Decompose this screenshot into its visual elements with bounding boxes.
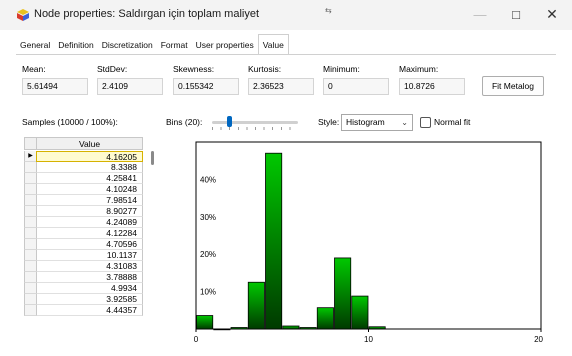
row-header[interactable] [24,184,36,195]
histogram-bar [230,327,248,330]
row-header[interactable] [24,261,36,272]
histogram-svg: 10% 20% 30% 40% 0 10 20 [194,141,544,344]
grid-scrollbar[interactable] [151,151,154,165]
stddev-label: StdDev: [97,64,128,74]
row-header[interactable] [24,250,36,261]
row-header[interactable] [24,272,36,283]
grid-cell-value[interactable]: 4.44357 [36,305,143,316]
grid-corner [24,137,36,150]
normal-fit-label: Normal fit [434,117,471,127]
window-title: Node properties: Saldırgan için toplam m… [34,8,260,20]
histogram-bar [282,325,300,330]
grid-cell-value[interactable]: 7.98514 [36,195,143,206]
fit-metalog-button[interactable]: Fit Metalog [482,76,544,96]
grid-cell-value[interactable]: 3.78888 [36,272,143,283]
y-tick-label: 10% [200,288,216,297]
y-tick-label: 30% [200,213,216,222]
mean-value: 5.61494 [22,78,88,95]
row-header[interactable] [24,173,36,184]
grid-cell-value[interactable]: 4.25841 [36,173,143,184]
chevron-down-icon: ⌄ [401,118,408,127]
app-logo-icon [17,9,29,21]
bins-slider-thumb[interactable] [227,116,232,127]
tab-value[interactable]: Value [257,34,289,54]
grid-cell-value[interactable]: 4.31083 [36,261,143,272]
close-button[interactable]: ✕ [532,3,572,25]
maximum-value: 10.8726 [399,78,465,95]
style-dropdown-value: Histogram [346,117,385,127]
grid-cell-value[interactable]: 4.70596 [36,239,143,250]
bins-slider-track[interactable] [212,121,298,124]
kurtosis-label: Kurtosis: [248,64,282,74]
row-header[interactable] [24,195,36,206]
histogram-bar [247,281,265,330]
mean-label: Mean: [22,64,46,74]
grid-cell-value[interactable]: 10.1137 [36,250,143,261]
row-header[interactable] [24,228,36,239]
histogram-bar [265,152,283,330]
bins-slider-ticks [212,127,298,130]
histogram-bar [316,307,334,330]
grid-cell-value[interactable]: 8.3388 [36,162,143,173]
normal-fit-checkbox[interactable] [420,117,431,128]
row-header[interactable] [24,294,36,305]
row-header[interactable] [24,206,36,217]
grid-cell-value[interactable]: 8.90277 [36,206,143,217]
histogram-bar [334,257,352,330]
minimum-label: Minimum: [323,64,360,74]
samples-grid[interactable]: Value ▶ 4.16205 8.3388 4.25841 4.10248 7.9851… [24,137,160,347]
tab-divider [16,54,556,55]
minimum-value: 0 [323,78,389,95]
y-tick-label: 20% [200,250,216,259]
y-tick-label: 40% [200,175,216,184]
minimize-button[interactable]: — [460,3,500,25]
row-header[interactable] [24,217,36,228]
histogram-bar [368,326,386,330]
grid-cell-value[interactable]: 4.10248 [36,184,143,195]
grid-cell-value[interactable]: 4.16205 [36,151,143,162]
skewness-value: 0.155342 [173,78,239,95]
histogram-bar [351,295,369,330]
grid-cell-value[interactable]: 4.9934 [36,283,143,294]
tab-general[interactable]: General [16,36,54,54]
maximum-label: Maximum: [399,64,439,74]
histogram-bar [299,327,317,330]
kurtosis-value: 2.36523 [248,78,314,95]
maximize-button[interactable]: □ [496,3,536,25]
tab-strip: General Definition Discretization Format… [16,34,289,54]
row-header[interactable] [24,162,36,173]
tab-discretization[interactable]: Discretization [98,36,157,54]
skewness-label: Skewness: [173,64,215,74]
style-label: Style: [318,117,340,127]
histogram-bar [196,315,214,330]
grid-column-header[interactable]: Value [36,137,143,150]
x-tick-label: 10 [364,335,373,344]
bins-label: Bins (20): [166,117,203,127]
tab-format[interactable]: Format [157,36,192,54]
grid-cell-value[interactable]: 4.24089 [36,217,143,228]
tab-user-properties[interactable]: User properties [192,36,258,54]
x-tick-label: 0 [194,335,199,344]
x-tick-label: 20 [534,335,543,344]
histogram-chart: 10% 20% 30% 40% 0 10 20 [166,137,556,347]
grid-cell-value[interactable]: 4.12284 [36,228,143,239]
stddev-value: 2.4109 [97,78,163,95]
row-header[interactable] [24,305,36,316]
style-dropdown[interactable]: Histogram ⌄ [341,114,413,131]
samples-label: Samples (10000 / 100%): [22,117,118,127]
row-header[interactable] [24,239,36,250]
row-header[interactable] [24,283,36,294]
current-row-indicator-icon[interactable]: ▶ [24,151,36,162]
plot-frame [195,141,542,330]
grid-cell-value[interactable]: 3.92585 [36,294,143,305]
tab-definition[interactable]: Definition [54,36,97,54]
cursor-icon: ⇆ [325,6,332,15]
title-bar: Node properties: Saldırgan için toplam m… [0,0,572,30]
histogram-bar [213,328,231,331]
